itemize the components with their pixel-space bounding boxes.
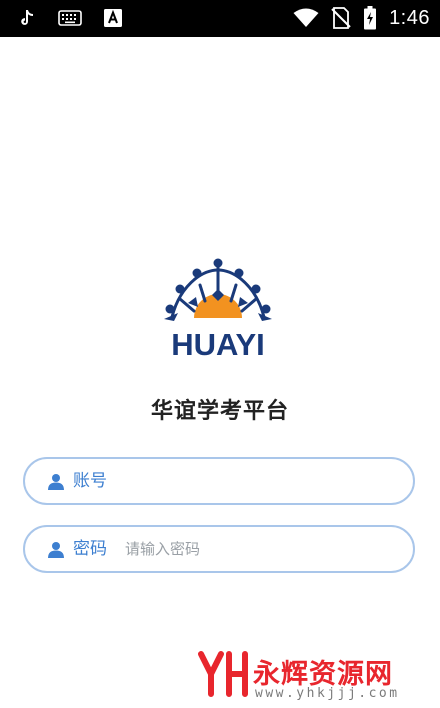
password-input[interactable] <box>125 535 395 563</box>
account-field[interactable]: 账号 <box>23 457 415 505</box>
font-a-icon <box>104 9 122 27</box>
status-bar: 1:46 <box>0 0 440 37</box>
user-icon <box>47 473 65 495</box>
wifi-icon <box>293 8 319 28</box>
status-time: 1:46 <box>389 6 430 29</box>
status-bar-right-icons: 1:46 <box>293 5 430 31</box>
battery-charging-icon <box>363 6 377 30</box>
account-label: 账号 <box>73 471 107 491</box>
app-title: 华谊学考平台 <box>150 399 289 424</box>
watermark-url: www.yhkjjj.com <box>255 686 400 701</box>
huayi-logo: HUAYI <box>160 255 276 362</box>
password-label: 密码 <box>73 539 107 559</box>
watermark-logo-icon <box>198 651 248 697</box>
keyboard-icon <box>58 10 82 26</box>
account-input[interactable] <box>125 467 395 495</box>
watermark: 永辉资源网 www.yhkjjj.com <box>195 650 425 702</box>
logo-wordmark: HUAYI <box>171 327 265 360</box>
password-field[interactable]: 密码 <box>23 525 415 573</box>
no-sim-icon <box>331 7 351 29</box>
status-bar-left-icons <box>18 7 122 29</box>
user-icon <box>47 541 65 563</box>
tiktok-icon <box>18 8 36 28</box>
